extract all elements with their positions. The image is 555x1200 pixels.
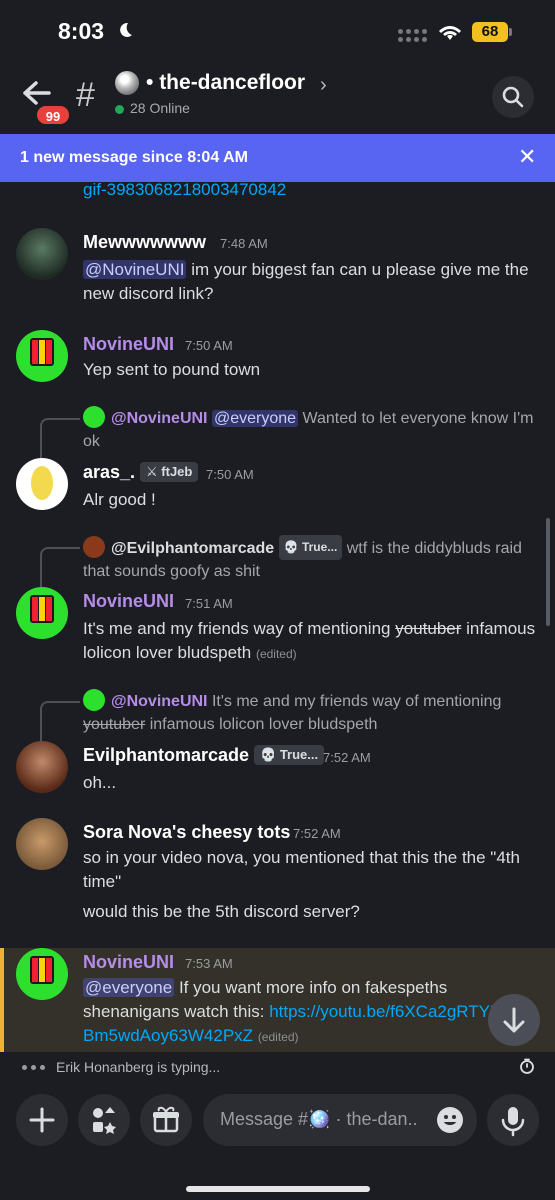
chevron-right-icon[interactable]: › <box>320 74 327 97</box>
reply-avatar <box>83 406 105 428</box>
clock: 8:03 <box>58 18 105 44</box>
message-list[interactable]: gif-3983068218003470842 Mewwwwwww 7:48 A… <box>0 182 555 1052</box>
voice-message-button[interactable] <box>487 1094 539 1146</box>
username[interactable]: NovineUNI <box>83 334 174 355</box>
user-tag: 💀 True... <box>254 745 325 765</box>
arrow-down-icon <box>503 1007 525 1033</box>
search-icon <box>502 86 524 108</box>
avatar[interactable] <box>16 741 68 793</box>
message-composer: Message #🪩 · the-dan.. <box>0 1082 555 1200</box>
avatar[interactable] <box>16 330 68 382</box>
add-attachment-button[interactable] <box>16 1094 68 1146</box>
username[interactable]: Evilphantomarcade <box>83 745 249 766</box>
message-text: oh... <box>83 773 117 792</box>
avatar[interactable] <box>16 587 68 639</box>
message-text: Yep sent to pound town <box>83 360 261 379</box>
message-input[interactable]: Message #🪩 · the-dan.. <box>203 1094 477 1146</box>
username[interactable]: NovineUNI <box>83 591 174 612</box>
new-messages-banner[interactable]: 1 new message since 8:04 AM ✕ <box>0 134 555 182</box>
channel-header: 99 # • the-dancefloor › 28 Online <box>0 62 555 134</box>
timestamp: 7:50 AM <box>206 467 254 482</box>
slowmode-timer-icon <box>520 1058 534 1074</box>
jump-to-bottom-button[interactable] <box>488 994 540 1046</box>
gift-button[interactable] <box>140 1094 192 1146</box>
message-text: It's me and my friends way of mentioning… <box>83 619 536 662</box>
timestamp: 7:51 AM <box>185 596 233 611</box>
mirror-ball-icon <box>115 71 139 95</box>
gif-link[interactable]: gif-3983068218003470842 <box>83 182 286 200</box>
status-bar: 8:03 68 <box>0 0 555 62</box>
timestamp: 7:48 AM <box>220 236 268 251</box>
reply-avatar <box>83 689 105 711</box>
unread-badge: 99 <box>35 104 71 126</box>
emoji-icon[interactable] <box>436 1106 464 1134</box>
mention[interactable]: @NovineUNI <box>83 260 187 279</box>
typing-indicator: Erik Honanberg is typing... <box>0 1052 555 1082</box>
timestamp: 7:52 AM <box>323 750 371 765</box>
plus-icon <box>29 1107 55 1133</box>
avatar[interactable] <box>16 818 68 870</box>
username[interactable]: Mewwwwwww <box>83 232 206 253</box>
apps-icon <box>93 1107 116 1134</box>
search-button[interactable] <box>492 76 534 118</box>
timestamp: 7:53 AM <box>185 956 233 971</box>
typing-text: Erik Honanberg is typing... <box>56 1059 221 1075</box>
reply-avatar <box>83 536 105 558</box>
message-text: Alr good ! <box>83 490 156 509</box>
typing-dots-icon <box>22 1065 45 1070</box>
wifi-icon <box>439 26 461 40</box>
reply-preview[interactable]: @Evilphantomarcade 💀 True... wtf is the … <box>83 535 538 583</box>
username[interactable]: NovineUNI <box>83 952 174 973</box>
signal-icon <box>398 29 427 34</box>
home-indicator <box>186 1186 370 1192</box>
reply-preview[interactable]: @NovineUNI @everyone Wanted to let every… <box>83 406 538 453</box>
channel-title[interactable]: • the-dancefloor <box>146 71 305 95</box>
mention[interactable]: @everyone <box>83 978 175 997</box>
timestamp: 7:50 AM <box>185 338 233 353</box>
message-text: @everyone If you want more info on fakes… <box>83 978 536 1045</box>
message-placeholder: Message #🪩 · the-dan.. <box>220 1109 418 1129</box>
username[interactable]: Sora Nova's cheesy tots <box>83 822 290 843</box>
message-text: so in your video nova, you mentioned tha… <box>83 848 520 921</box>
online-count: 28 Online <box>130 100 190 116</box>
close-icon[interactable]: ✕ <box>518 144 536 170</box>
apps-button[interactable] <box>78 1094 130 1146</box>
timestamp: 7:52 AM <box>293 826 341 841</box>
user-tag: ⚔ ftJeb <box>140 462 199 482</box>
gift-icon <box>153 1106 179 1133</box>
scrollbar[interactable] <box>546 518 550 626</box>
avatar[interactable] <box>16 458 68 510</box>
moon-icon <box>120 22 132 37</box>
battery-indicator: 68 <box>472 22 512 42</box>
avatar[interactable] <box>16 948 68 1000</box>
username[interactable]: aras_. <box>83 462 135 483</box>
avatar[interactable] <box>16 228 68 280</box>
message-text: @NovineUNI im your biggest fan can u ple… <box>83 260 529 303</box>
hash-icon: # <box>76 76 95 114</box>
microphone-icon <box>501 1107 525 1137</box>
new-messages-text: 1 new message since 8:04 AM <box>20 149 248 166</box>
online-dot <box>115 105 124 114</box>
reply-preview[interactable]: @NovineUNI It's me and my friends way of… <box>83 689 538 736</box>
